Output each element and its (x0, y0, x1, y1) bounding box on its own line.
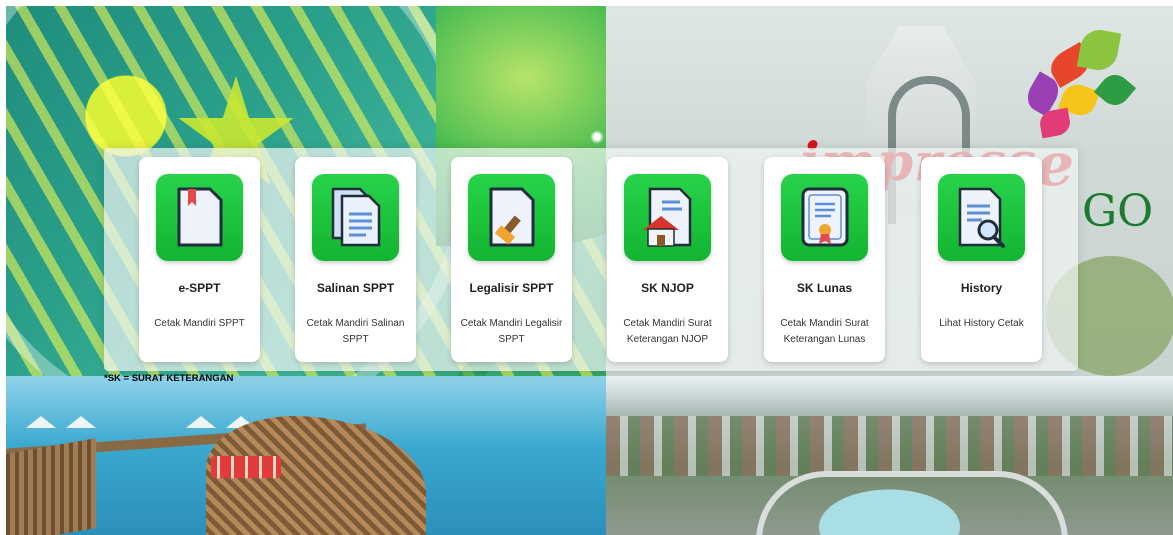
background-lake-image (6, 376, 606, 535)
sk-footnote: *SK = SURAT KETERANGAN (104, 373, 234, 384)
menu-card-title: SK Lunas (796, 281, 853, 295)
menu-card-description: Lihat History Cetak (939, 318, 1024, 329)
menu-card-description: Cetak Mandiri SPPT (154, 318, 245, 329)
menu-card-history[interactable]: History Lihat History Cetak (921, 157, 1042, 362)
menu-card-title: History (960, 281, 1003, 295)
background-city-image (606, 376, 1173, 535)
menu-card-e-sppt[interactable]: e-SPPT Cetak Mandiri SPPT (139, 157, 260, 362)
menu-card-title: Legalisir SPPT (469, 281, 554, 295)
menu-card-legalisir-sppt[interactable]: Legalisir SPPT Cetak Mandiri Legalisir S… (451, 157, 572, 362)
menu-card-title: e-SPPT (178, 281, 221, 295)
document-stamp-icon (468, 174, 555, 261)
menu-card-title: SK NJOP (641, 281, 694, 295)
document-house-icon (624, 174, 711, 261)
menu-card-title: Salinan SPPT (316, 281, 395, 295)
service-menu-panel: e-SPPT Cetak Mandiri SPPT Salinan SPPT C… (104, 148, 1078, 371)
document-search-icon (938, 174, 1025, 261)
menu-card-description: Cetak Mandiri Legalisir SPPT (460, 318, 563, 345)
certificate-icon (781, 174, 868, 261)
menu-card-sk-lunas[interactable]: SK Lunas Cetak Mandiri Surat Keterangan … (764, 157, 885, 362)
menu-card-salinan-sppt[interactable]: Salinan SPPT Cetak Mandiri Salinan SPPT (295, 157, 416, 362)
brand-logo-suffix: GO (1082, 186, 1154, 237)
menu-card-description: Cetak Mandiri Surat Keterangan Lunas (780, 318, 869, 345)
menu-card-description: Cetak Mandiri Surat Keterangan NJOP (623, 318, 712, 345)
document-copy-icon (312, 174, 399, 261)
menu-card-description: Cetak Mandiri Salinan SPPT (306, 318, 405, 345)
menu-card-sk-njop[interactable]: SK NJOP Cetak Mandiri Surat Keterangan N… (607, 157, 728, 362)
document-bookmark-icon (156, 174, 243, 261)
